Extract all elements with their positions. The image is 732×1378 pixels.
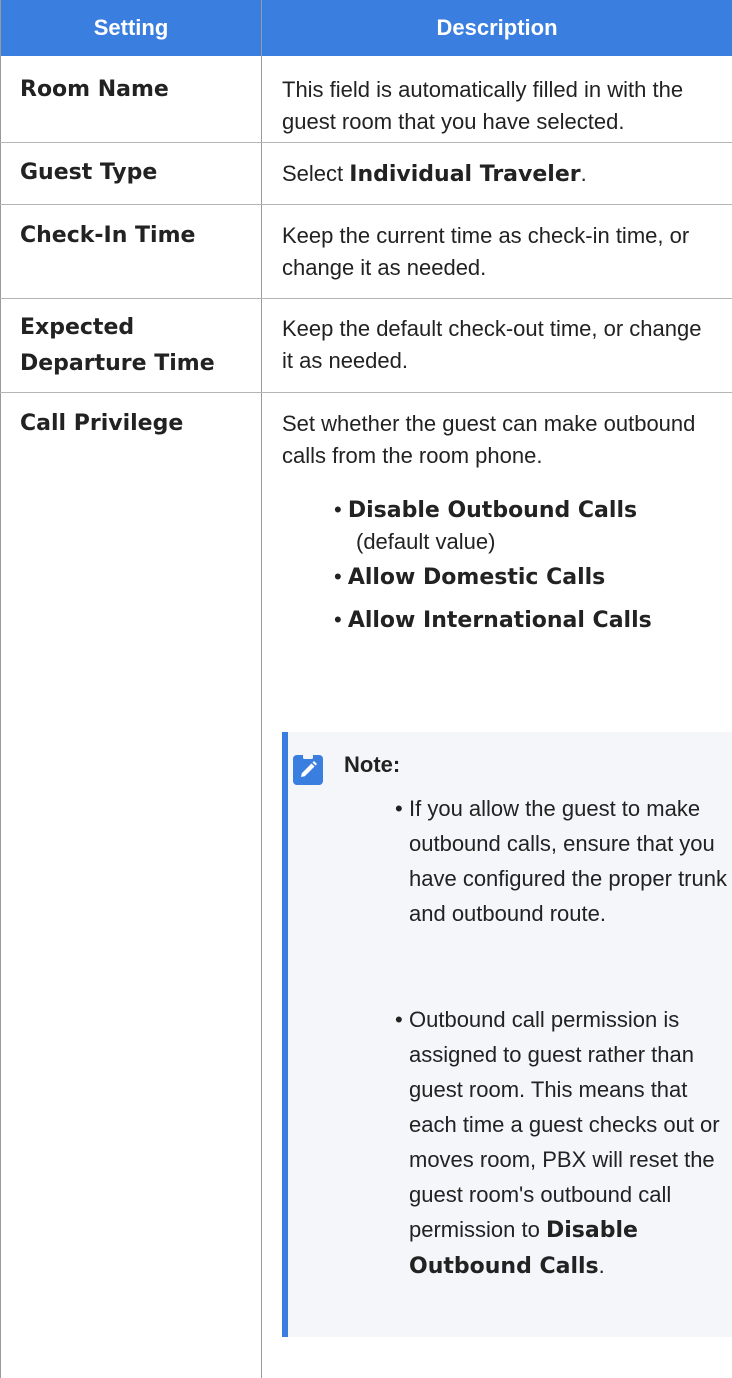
setting-line-1: Expected xyxy=(20,315,135,340)
note-bullet-1: • If you allow the guest to make outbound… xyxy=(395,796,727,926)
description-prefix: Select xyxy=(282,161,350,186)
description-guest-type: Select Individual Traveler. xyxy=(282,158,727,191)
option-allow-international: • Allow International Calls xyxy=(334,604,652,637)
option-label: Allow International Calls xyxy=(347,608,652,633)
setting-expected-departure: Expected Departure Time xyxy=(20,310,250,382)
row-separator xyxy=(0,142,732,143)
setting-guest-type: Guest Type xyxy=(20,160,158,185)
description-suffix: . xyxy=(580,161,587,186)
description-check-in-time: Keep the current time as check-in time, … xyxy=(282,223,690,280)
setting-check-in-time: Check-In Time xyxy=(20,223,196,248)
column-divider xyxy=(261,0,262,1378)
setting-line-2: Departure Time xyxy=(20,351,215,376)
description-expected-departure: Keep the default check-out time, or chan… xyxy=(282,316,702,373)
setting-call-privilege: Call Privilege xyxy=(20,411,184,436)
note-bullet-2: • Outbound call permission is assigned to… xyxy=(395,1007,720,1279)
option-allow-domestic: • Allow Domestic Calls xyxy=(334,561,605,594)
note-bullet-end: . xyxy=(598,1253,605,1278)
edit-icon xyxy=(293,755,323,785)
settings-table: Setting Description Room Name This field… xyxy=(0,0,732,1378)
row-separator xyxy=(0,298,732,299)
table-left-border xyxy=(0,0,1,1378)
header-description: Description xyxy=(262,0,732,56)
row-separator xyxy=(0,204,732,205)
description-room-name: This field is automatically filled in wi… xyxy=(282,77,684,134)
setting-room-name: Room Name xyxy=(20,77,169,102)
option-label: Allow Domestic Calls xyxy=(347,565,606,590)
option-label: Disable Outbound Calls xyxy=(347,498,638,523)
description-call-privilege: Set whether the guest can make outbound … xyxy=(282,411,696,468)
row-separator xyxy=(0,392,732,393)
note-bullet-text: If you allow the guest to make outbound … xyxy=(409,796,727,926)
note-title: Note: xyxy=(344,752,401,777)
note-bullet-text: Outbound call permission is assigned to … xyxy=(409,1007,720,1242)
option-disable-outbound: • Disable Outbound Calls xyxy=(334,494,637,527)
header-setting: Setting xyxy=(1,0,261,56)
guest-type-value: Individual Traveler xyxy=(349,162,581,187)
option-default-hint: (default value) xyxy=(356,529,496,554)
